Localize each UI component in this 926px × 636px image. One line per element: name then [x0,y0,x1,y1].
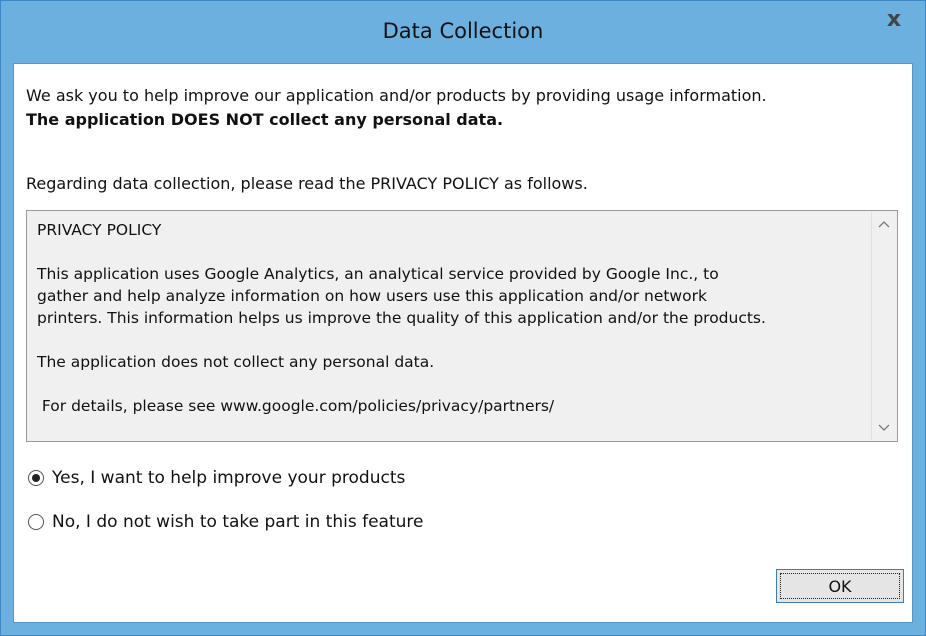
option-yes[interactable]: Yes, I want to help improve your product… [28,468,405,488]
focus-rectangle [780,573,900,599]
policy-paragraph-line: This application uses Google Analytics, … [37,265,719,283]
dialog-window: Data Collection x We ask you to help imp… [0,0,926,636]
dialog-content: We ask you to help improve our applicati… [13,63,913,623]
option-no[interactable]: No, I do not wish to take part in this f… [28,512,423,532]
intro-bold-line: The application DOES NOT collect any per… [26,110,504,129]
window-title: Data Collection [382,19,544,43]
scroll-down-button[interactable] [872,416,896,440]
regarding-text: Regarding data collection, please read t… [26,174,588,193]
close-button[interactable]: x [871,1,917,37]
intro-line: We ask you to help improve our applicati… [26,86,767,105]
vertical-scrollbar[interactable] [871,212,896,440]
privacy-policy-content: PRIVACY POLICY This application uses Goo… [37,219,871,417]
title-bar[interactable]: Data Collection x [1,1,925,61]
policy-heading: PRIVACY POLICY [37,221,162,239]
no-radio-button[interactable] [28,514,44,530]
scroll-track[interactable] [874,236,894,416]
chevron-down-icon [878,424,890,431]
yes-radio-button[interactable] [28,470,44,486]
chevron-up-icon [878,221,890,228]
ok-button[interactable]: OK [776,569,904,603]
intro-text: We ask you to help improve our applicati… [26,84,767,132]
policy-personal-data-line: The application does not collect any per… [37,353,435,371]
policy-paragraph-line: printers. This information helps us impr… [37,309,766,327]
policy-details-line: For details, please see www.google.com/p… [37,397,555,415]
yes-radio-label: Yes, I want to help improve your product… [52,468,406,488]
privacy-policy-textbox[interactable]: PRIVACY POLICY This application uses Goo… [26,210,898,442]
policy-paragraph-line: gather and help analyze information on h… [37,287,707,305]
no-radio-label: No, I do not wish to take part in this f… [52,512,424,532]
scroll-up-button[interactable] [872,212,896,236]
close-icon: x [886,6,902,32]
